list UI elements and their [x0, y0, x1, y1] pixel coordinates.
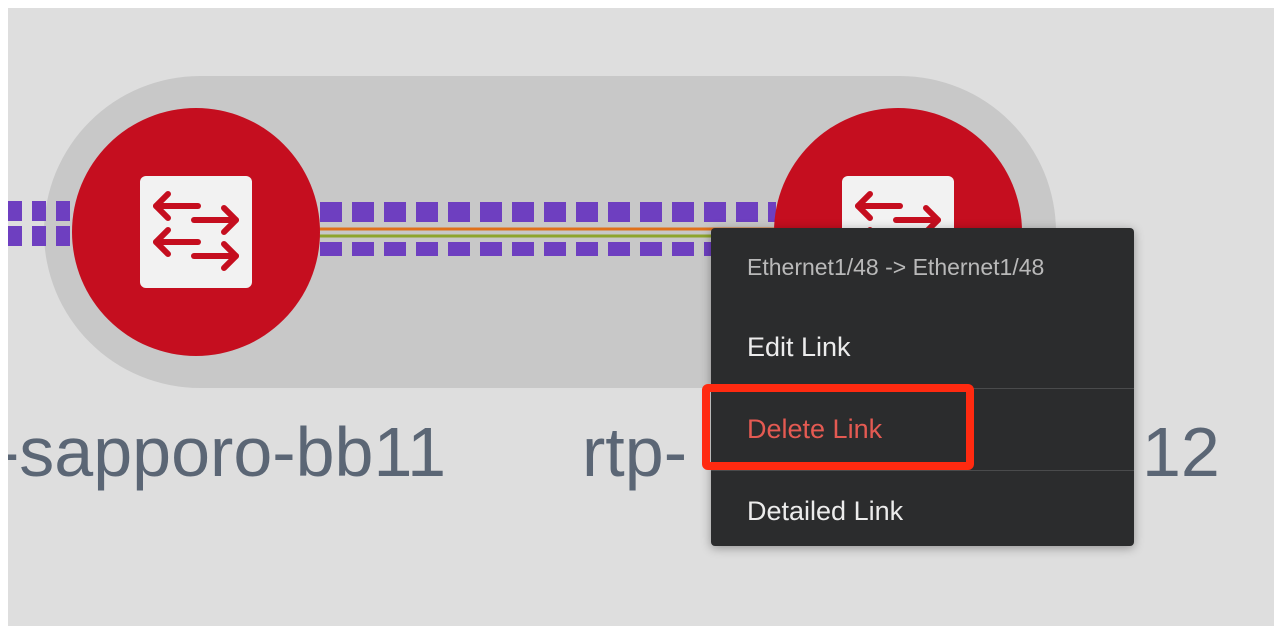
switch-node-left[interactable] — [72, 108, 320, 356]
node-label-left: -sapporo-bb11 — [8, 413, 447, 491]
switch-arrows-icon — [140, 176, 252, 288]
link-dashes-left[interactable] — [8, 201, 70, 246]
delete-link-highlight-box — [702, 384, 974, 470]
topology-canvas[interactable]: -sapporo-bb11 rtp- 12 Ethernet1/48 -> Et… — [8, 8, 1274, 626]
edit-link-menu-item[interactable]: Edit Link — [711, 306, 1134, 388]
node-label-right: rtp- — [582, 413, 687, 491]
node-label-right-tail: 12 — [1142, 413, 1220, 491]
detailed-link-menu-item[interactable]: Detailed Link — [711, 470, 1134, 552]
menu-header: Ethernet1/48 -> Ethernet1/48 — [747, 254, 1045, 280]
